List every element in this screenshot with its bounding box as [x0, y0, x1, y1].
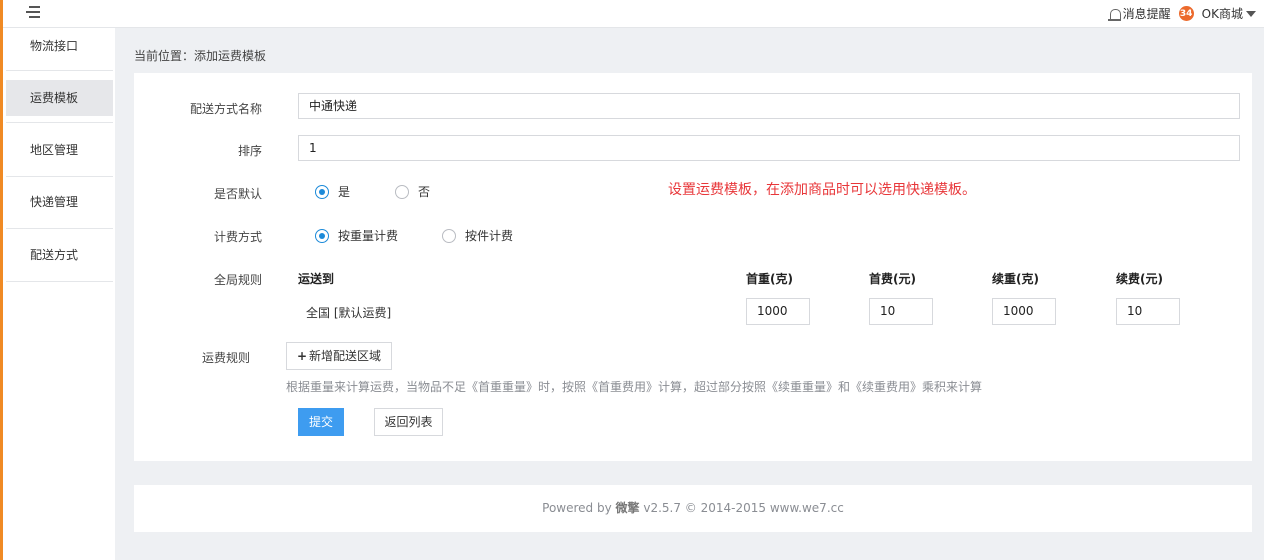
default-no-option[interactable]: 否: [395, 183, 430, 200]
form-panel: 配送方式名称 中通快递 排序 1 是否默认 是 否 设置运费模板，在添加商品时可…: [134, 73, 1252, 461]
sidebar-item-logistics-api[interactable]: 物流接口: [6, 28, 113, 64]
default-no-radio[interactable]: [395, 184, 409, 199]
billing-weight-radio[interactable]: [315, 228, 329, 243]
sidebar-divider: [6, 122, 113, 123]
name-input[interactable]: 中通快递: [298, 93, 1240, 119]
extra-weight-input[interactable]: 1000: [992, 298, 1056, 325]
top-right-actions: 消息提醒 34 OK商城: [1107, 0, 1256, 27]
caret-down-icon: [1246, 10, 1256, 17]
billing-piece-option[interactable]: 按件计费: [442, 227, 513, 244]
sidebar-divider: [6, 70, 113, 71]
default-yes-label: 是: [338, 185, 351, 199]
sidebar-item-delivery-method[interactable]: 配送方式: [6, 237, 113, 273]
billing-label: 计费方式: [213, 230, 262, 244]
back-to-list-button[interactable]: 返回列表: [374, 408, 443, 436]
add-region-button[interactable]: + 新增配送区域: [286, 342, 392, 370]
shop-name: OK商城: [1201, 7, 1243, 21]
footer-prefix: Powered by: [542, 501, 616, 515]
shipping-rules-label: 运费规则: [201, 351, 250, 365]
notify-link[interactable]: 消息提醒: [1107, 5, 1171, 22]
shop-menu[interactable]: OK商城: [1202, 5, 1256, 22]
billing-piece-label: 按件计费: [465, 229, 514, 243]
first-fee-input[interactable]: 10: [869, 298, 933, 325]
default-yes-radio[interactable]: [315, 184, 329, 199]
template-hint: 设置运费模板，在添加商品时可以选用快递模板。: [668, 182, 976, 198]
extra-fee-input[interactable]: 10: [1116, 298, 1180, 325]
col-header-first-weight: 首重(克): [746, 272, 793, 286]
first-weight-input[interactable]: 1000: [746, 298, 810, 325]
col-header-region: 运送到: [298, 272, 335, 286]
submit-button[interactable]: 提交: [298, 408, 344, 436]
breadcrumb: 当前位置：添加运费模板: [134, 49, 267, 63]
sidebar-item-shipping-template[interactable]: 运费模板: [6, 80, 113, 116]
footer-brand[interactable]: 微擎: [616, 501, 640, 515]
col-header-extra-fee: 续费(元): [1116, 272, 1163, 286]
default-no-label: 否: [418, 185, 431, 199]
name-label: 配送方式名称: [189, 102, 262, 116]
footer-suffix: v2.5.7 © 2014-2015 www.we7.cc: [639, 501, 844, 515]
sidebar-item-region-management[interactable]: 地区管理: [6, 132, 113, 168]
billing-piece-radio[interactable]: [442, 228, 456, 243]
rules-help-text: 根据重量来计算运费，当物品不足《首重重量》时，按照《首重费用》计算，超过部分按照…: [286, 380, 983, 394]
sidebar: 物流接口 运费模板 地区管理 快递管理 配送方式: [3, 28, 115, 560]
billing-weight-option[interactable]: 按重量计费: [315, 227, 398, 244]
left-accent-bar: [0, 0, 3, 560]
bell-icon: [1107, 8, 1121, 21]
main-content: 当前位置：添加运费模板 配送方式名称 中通快递 排序 1 是否默认 是 否 设置…: [134, 40, 1252, 461]
col-header-first-fee: 首费(元): [869, 272, 916, 286]
sort-input[interactable]: 1: [298, 135, 1240, 161]
global-rule-label: 全局规则: [213, 273, 262, 287]
notify-label: 消息提醒: [1122, 7, 1171, 21]
menu-toggle-icon[interactable]: [26, 5, 40, 19]
sidebar-divider: [6, 281, 113, 282]
col-header-extra-weight: 续重(克): [992, 272, 1039, 286]
plus-icon: +: [296, 349, 308, 363]
default-yes-option[interactable]: 是: [315, 183, 350, 200]
sidebar-item-courier-management[interactable]: 快递管理: [6, 184, 113, 220]
sidebar-divider: [6, 176, 113, 177]
global-region-cell: 全国 [默认运费]: [306, 306, 392, 320]
top-bar: 消息提醒 34 OK商城: [0, 0, 1264, 28]
sidebar-divider: [6, 228, 113, 229]
default-label: 是否默认: [213, 187, 262, 201]
notification-count-badge: 34: [1178, 6, 1194, 21]
billing-weight-label: 按重量计费: [338, 229, 399, 243]
sort-label: 排序: [237, 144, 262, 158]
add-region-label: 新增配送区域: [309, 349, 382, 363]
footer: Powered by 微擎 v2.5.7 © 2014-2015 www.we7…: [134, 485, 1252, 532]
